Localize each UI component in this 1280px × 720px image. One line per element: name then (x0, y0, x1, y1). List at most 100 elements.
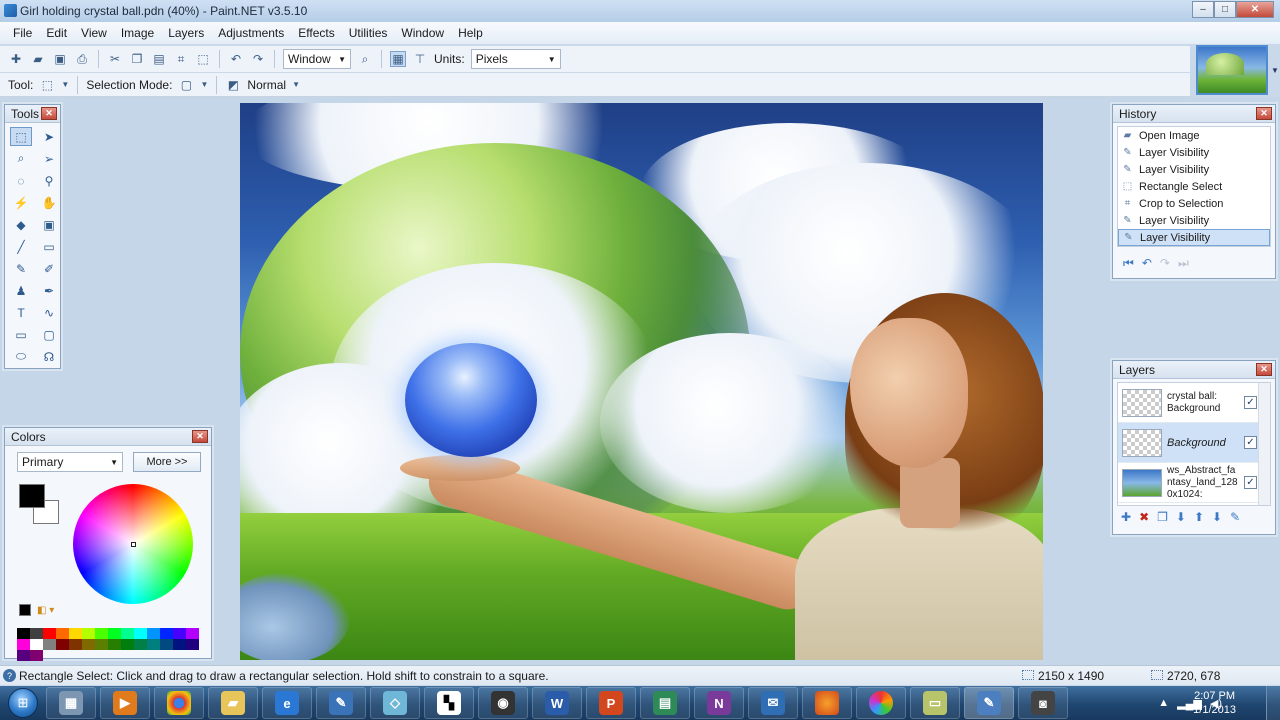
palette-swatch[interactable] (186, 639, 199, 650)
ellipse-select-icon[interactable]: ◌ (10, 171, 32, 190)
undo-icon[interactable]: ↶ (228, 51, 244, 67)
history-item[interactable]: ▰ Open Image (1118, 127, 1270, 144)
taskbar-app[interactable] (154, 687, 204, 719)
palette-swatch[interactable] (30, 628, 43, 639)
taskbar-app[interactable]: N (694, 687, 744, 719)
taskbar-app[interactable]: W (532, 687, 582, 719)
layer-visibility-checkbox[interactable]: ✓ (1244, 436, 1257, 449)
taskbar-app[interactable] (802, 687, 852, 719)
chevron-down-icon[interactable]: ▼ (61, 77, 69, 93)
selection-mode-icon[interactable]: ▢ (178, 77, 194, 93)
palette-swatch[interactable] (82, 639, 95, 650)
palette-swatch[interactable] (69, 639, 82, 650)
palette-swatch[interactable] (43, 639, 56, 650)
palette-swatch[interactable] (147, 628, 160, 639)
palette-swatch[interactable] (134, 628, 147, 639)
new-file-icon[interactable]: ✚ (8, 51, 24, 67)
print-icon[interactable]: ⎙ (74, 51, 90, 67)
gradient-icon[interactable]: ▣ (38, 215, 60, 234)
palette-swatch[interactable] (108, 639, 121, 650)
paintbrush-icon[interactable]: ╱ (10, 237, 32, 256)
palette-swatch[interactable] (173, 639, 186, 650)
copy-icon[interactable]: ❐ (129, 51, 145, 67)
start-button[interactable]: ⊞ (0, 686, 46, 720)
palette-swatch[interactable] (95, 639, 108, 650)
image-canvas[interactable] (240, 103, 1043, 660)
freeform-shape-icon[interactable]: ☊ (38, 347, 60, 366)
save-icon[interactable]: ▣ (52, 51, 68, 67)
line-curve-icon[interactable]: ∿ (38, 303, 60, 322)
palette-swatch[interactable] (186, 628, 199, 639)
clone-stamp-icon[interactable]: ♟ (10, 281, 32, 300)
palette-swatch[interactable] (160, 628, 173, 639)
palette-swatch[interactable] (82, 628, 95, 639)
units-dropdown[interactable]: Pixels ▼ (470, 49, 561, 69)
menu-adjustments[interactable]: Adjustments (211, 23, 291, 43)
menu-utilities[interactable]: Utilities (342, 23, 395, 43)
undo-icon[interactable]: ↶ (1142, 256, 1152, 271)
thumbnail-scroll-icon[interactable]: ▼ (1270, 45, 1280, 95)
palette-swatch[interactable] (56, 639, 69, 650)
blend-mode-value[interactable]: Normal (247, 78, 286, 92)
image-thumbnail-tab[interactable] (1196, 45, 1268, 95)
menu-view[interactable]: View (74, 23, 114, 43)
duplicate-layer-icon[interactable]: ❐ (1157, 510, 1168, 524)
palette-menu-icon[interactable]: ◧ ▾ (37, 605, 54, 616)
layer-visibility-checkbox[interactable]: ✓ (1244, 396, 1257, 409)
taskbar-app[interactable]: ▚ (424, 687, 474, 719)
show-hidden-icons-icon[interactable]: ▲ (1158, 697, 1169, 709)
taskbar-app[interactable]: ▤ (640, 687, 690, 719)
layer-row[interactable]: crystal ball: Background ✓ (1118, 383, 1270, 423)
deselect-icon[interactable]: ⬚ (195, 51, 211, 67)
palette-swatch[interactable] (121, 639, 134, 650)
taskbar-app-active[interactable]: ✎ (964, 687, 1014, 719)
rounded-rectangle-icon[interactable]: ▢ (38, 325, 60, 344)
palette-swatch[interactable] (95, 628, 108, 639)
taskbar-app[interactable]: ◉ (478, 687, 528, 719)
fast-forward-icon[interactable]: ⏭ (1178, 256, 1189, 271)
menu-window[interactable]: Window (394, 23, 451, 43)
close-icon[interactable]: ✕ (1256, 107, 1272, 120)
paste-icon[interactable]: ▤ (151, 51, 167, 67)
pencil-icon[interactable]: ✎ (10, 259, 32, 278)
taskbar-app[interactable]: ▭ (910, 687, 960, 719)
crop-icon[interactable]: ⌗ (173, 51, 189, 67)
layer-properties-icon[interactable]: ✎ (1230, 510, 1240, 524)
chevron-down-icon[interactable]: ▼ (292, 77, 300, 93)
palette-swatch[interactable] (30, 650, 43, 661)
history-item[interactable]: ⌗ Crop to Selection (1118, 195, 1270, 212)
palette-swatch[interactable] (160, 639, 173, 650)
redo-icon[interactable]: ↷ (1160, 256, 1170, 271)
history-item-selected[interactable]: ✎ Layer Visibility (1118, 229, 1270, 246)
palette-swatch[interactable] (30, 639, 43, 650)
layer-row-selected[interactable]: Background ✓ (1118, 423, 1270, 463)
color-wheel[interactable] (73, 484, 193, 604)
palette-swatch[interactable] (56, 628, 69, 639)
close-icon[interactable]: ✕ (1256, 363, 1272, 376)
pan-icon[interactable]: ✋ (38, 193, 60, 212)
minimize-button[interactable]: – (1192, 1, 1214, 18)
color-picker-icon[interactable]: ✐ (38, 259, 60, 278)
rectangle-icon[interactable]: ▭ (10, 325, 32, 344)
history-item[interactable]: ✎ Layer Visibility (1118, 212, 1270, 229)
rectangle-select-icon[interactable]: ⬚ (39, 77, 55, 93)
ruler-icon[interactable]: ⊤ (412, 51, 428, 67)
palette-swatch[interactable] (121, 628, 134, 639)
rewind-icon[interactable]: ⏮ (1123, 256, 1134, 271)
taskbar-app[interactable] (856, 687, 906, 719)
ellipse-icon[interactable]: ⬭ (10, 347, 32, 366)
menu-image[interactable]: Image (114, 23, 161, 43)
taskbar-app[interactable]: ✎ (316, 687, 366, 719)
rectangle-select-icon[interactable]: ⬚ (10, 127, 32, 146)
palette-swatch[interactable] (147, 639, 160, 650)
menu-help[interactable]: Help (451, 23, 490, 43)
history-item[interactable]: ⬚ Rectangle Select (1118, 178, 1270, 195)
clock[interactable]: 2:07 PM 1/1/2013 (1193, 689, 1236, 717)
palette-swatch[interactable] (17, 628, 30, 639)
history-item[interactable]: ✎ Layer Visibility (1118, 144, 1270, 161)
paint-bucket-icon[interactable]: ◆ (10, 215, 32, 234)
magic-wand-icon[interactable]: ⚡ (10, 193, 32, 212)
taskbar-app[interactable]: ▶ (100, 687, 150, 719)
color-palette[interactable] (17, 628, 199, 661)
merge-layer-icon[interactable]: ⬇ (1176, 510, 1186, 524)
